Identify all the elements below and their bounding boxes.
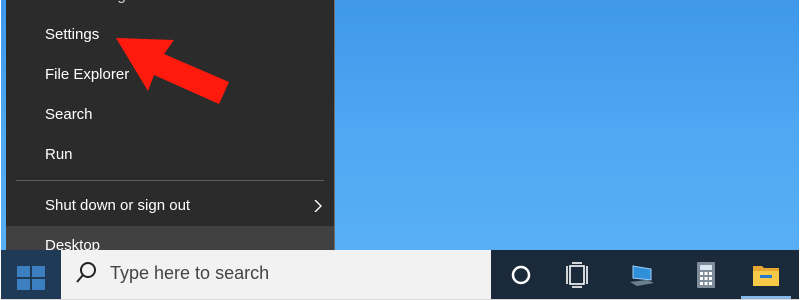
- task-view-icon[interactable]: [564, 260, 594, 290]
- menu-separator: [16, 180, 324, 181]
- menu-item-label: Run: [45, 146, 73, 163]
- menu-item-shutdown[interactable]: Shut down or sign out: [6, 186, 334, 226]
- chevron-right-icon: [314, 200, 322, 212]
- calculator-icon[interactable]: [691, 260, 721, 290]
- cortana-circle-icon[interactable]: [506, 260, 536, 290]
- menu-item-task-manager[interactable]: Task Manager: [6, 0, 334, 16]
- taskbar: Type here to search: [1, 250, 799, 299]
- menu-item-label: Settings: [45, 26, 100, 43]
- desktop-background[interactable]: Task Manager Settings File Explorer Sear…: [1, 0, 799, 299]
- menu-item-label: Shut down or sign out: [45, 197, 191, 214]
- file-explorer-folder-icon[interactable]: [751, 260, 781, 290]
- menu-item-label: Search: [45, 106, 93, 123]
- taskbar-search-box[interactable]: Type here to search: [61, 250, 491, 299]
- search-icon: [76, 262, 96, 283]
- start-button[interactable]: [1, 250, 61, 299]
- windows-logo-icon: [17, 266, 45, 290]
- menu-item-label: Task Manager: [45, 0, 139, 16]
- this-pc-icon[interactable]: [627, 260, 657, 290]
- annotation-arrow: [116, 38, 229, 104]
- search-placeholder: Type here to search: [110, 263, 270, 283]
- menu-item-run[interactable]: Run: [6, 135, 334, 175]
